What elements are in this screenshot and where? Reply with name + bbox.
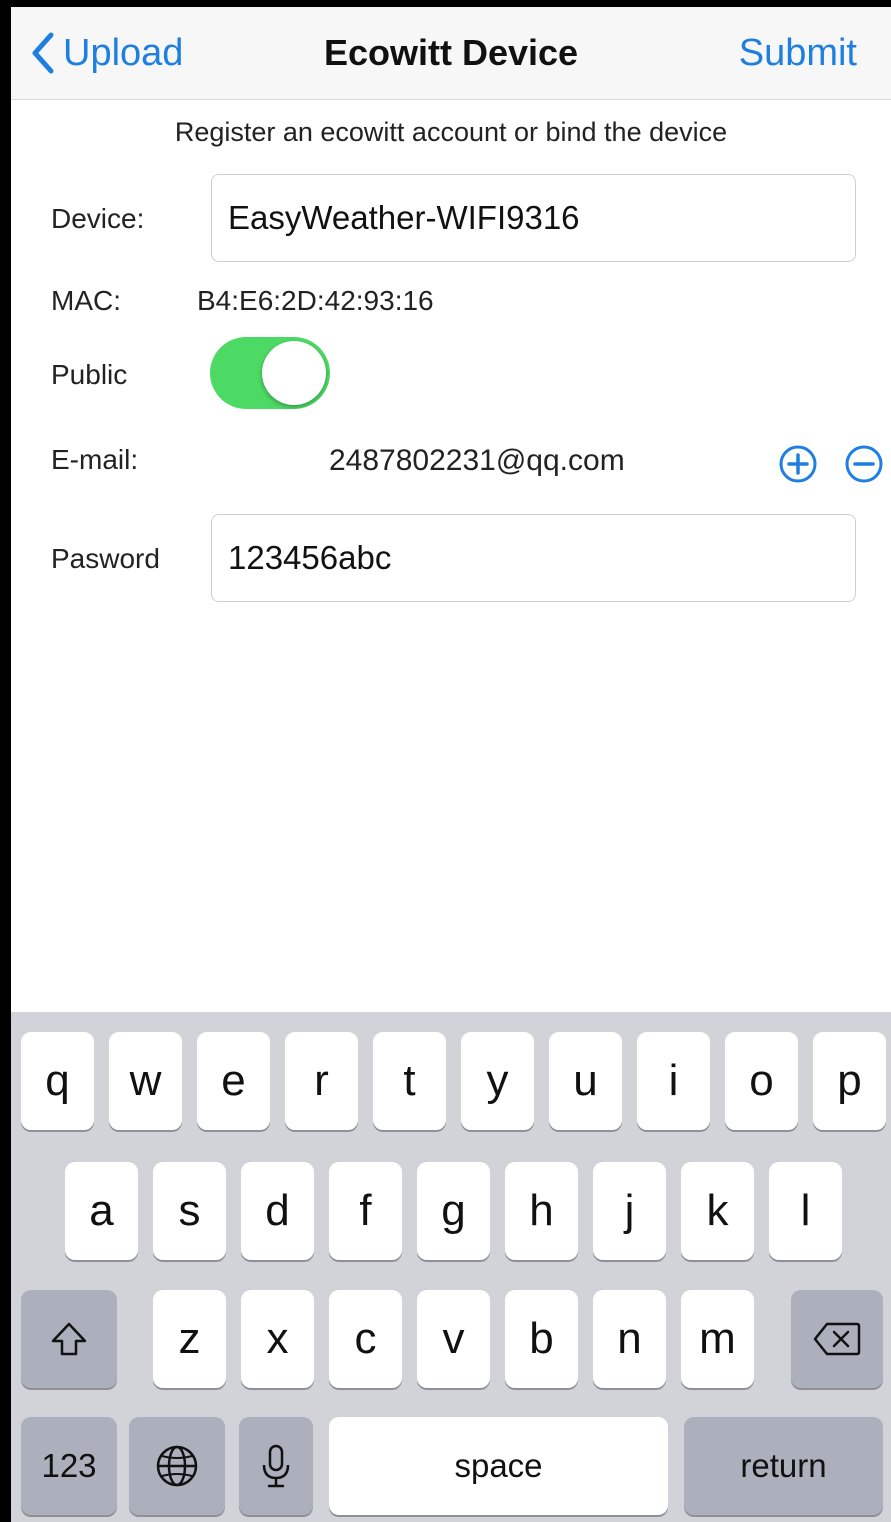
space-key[interactable]: space xyxy=(329,1417,668,1515)
key-n[interactable]: n xyxy=(593,1290,666,1388)
minus-circle-icon xyxy=(845,445,883,483)
key-s[interactable]: s xyxy=(153,1162,226,1260)
key-p[interactable]: p xyxy=(813,1032,886,1130)
backspace-icon xyxy=(813,1322,861,1356)
mac-value: B4:E6:2D:42:93:16 xyxy=(197,285,434,316)
key-i[interactable]: i xyxy=(637,1032,710,1130)
screen: Upload Ecowitt Device Submit Register an… xyxy=(11,7,891,1522)
password-input[interactable] xyxy=(211,514,856,602)
key-q[interactable]: q xyxy=(21,1032,94,1130)
key-g[interactable]: g xyxy=(417,1162,490,1260)
dictation-key[interactable] xyxy=(239,1417,313,1515)
key-z[interactable]: z xyxy=(153,1290,226,1388)
form-subtitle: Register an ecowitt account or bind the … xyxy=(174,117,728,147)
device-label: Device: xyxy=(51,203,145,234)
device-name-input[interactable] xyxy=(211,174,856,262)
microphone-icon xyxy=(262,1444,290,1488)
shift-key[interactable] xyxy=(21,1290,117,1388)
key-e[interactable]: e xyxy=(197,1032,270,1130)
key-t[interactable]: t xyxy=(373,1032,446,1130)
public-label: Public xyxy=(51,359,128,390)
delete-key[interactable] xyxy=(791,1290,883,1388)
submit-button[interactable]: Submit xyxy=(739,23,857,83)
key-j[interactable]: j xyxy=(593,1162,666,1260)
toggle-knob xyxy=(262,341,326,405)
key-f[interactable]: f xyxy=(329,1162,402,1260)
back-label: Upload xyxy=(63,31,184,74)
add-email-button[interactable] xyxy=(778,444,818,484)
plus-circle-icon xyxy=(779,445,817,483)
numbers-key[interactable]: 123 xyxy=(21,1417,117,1515)
navigation-bar: Upload Ecowitt Device Submit xyxy=(11,7,891,100)
key-b[interactable]: b xyxy=(505,1290,578,1388)
remove-email-button[interactable] xyxy=(844,444,884,484)
key-k[interactable]: k xyxy=(681,1162,754,1260)
mac-label: MAC: xyxy=(51,285,121,316)
email-value: 2487802231@qq.com xyxy=(329,444,625,477)
key-h[interactable]: h xyxy=(505,1162,578,1260)
key-d[interactable]: d xyxy=(241,1162,314,1260)
return-key[interactable]: return xyxy=(684,1417,883,1515)
globe-key[interactable] xyxy=(129,1417,225,1515)
key-a[interactable]: a xyxy=(65,1162,138,1260)
key-m[interactable]: m xyxy=(681,1290,754,1388)
key-o[interactable]: o xyxy=(725,1032,798,1130)
globe-icon xyxy=(156,1445,198,1487)
back-button[interactable]: Upload xyxy=(29,23,183,83)
chevron-left-icon xyxy=(32,32,54,74)
key-y[interactable]: y xyxy=(461,1032,534,1130)
key-x[interactable]: x xyxy=(241,1290,314,1388)
email-label: E-mail: xyxy=(51,444,139,475)
password-label: Pasword xyxy=(51,543,160,574)
shift-arrow-icon xyxy=(51,1322,87,1356)
key-v[interactable]: v xyxy=(417,1290,490,1388)
key-u[interactable]: u xyxy=(549,1032,622,1130)
key-l[interactable]: l xyxy=(769,1162,842,1260)
public-toggle[interactable] xyxy=(210,337,330,409)
keyboard: q w e r t y u i o p a s d f g h j k l z … xyxy=(11,1012,891,1522)
key-r[interactable]: r xyxy=(285,1032,358,1130)
key-w[interactable]: w xyxy=(109,1032,182,1130)
key-c[interactable]: c xyxy=(329,1290,402,1388)
